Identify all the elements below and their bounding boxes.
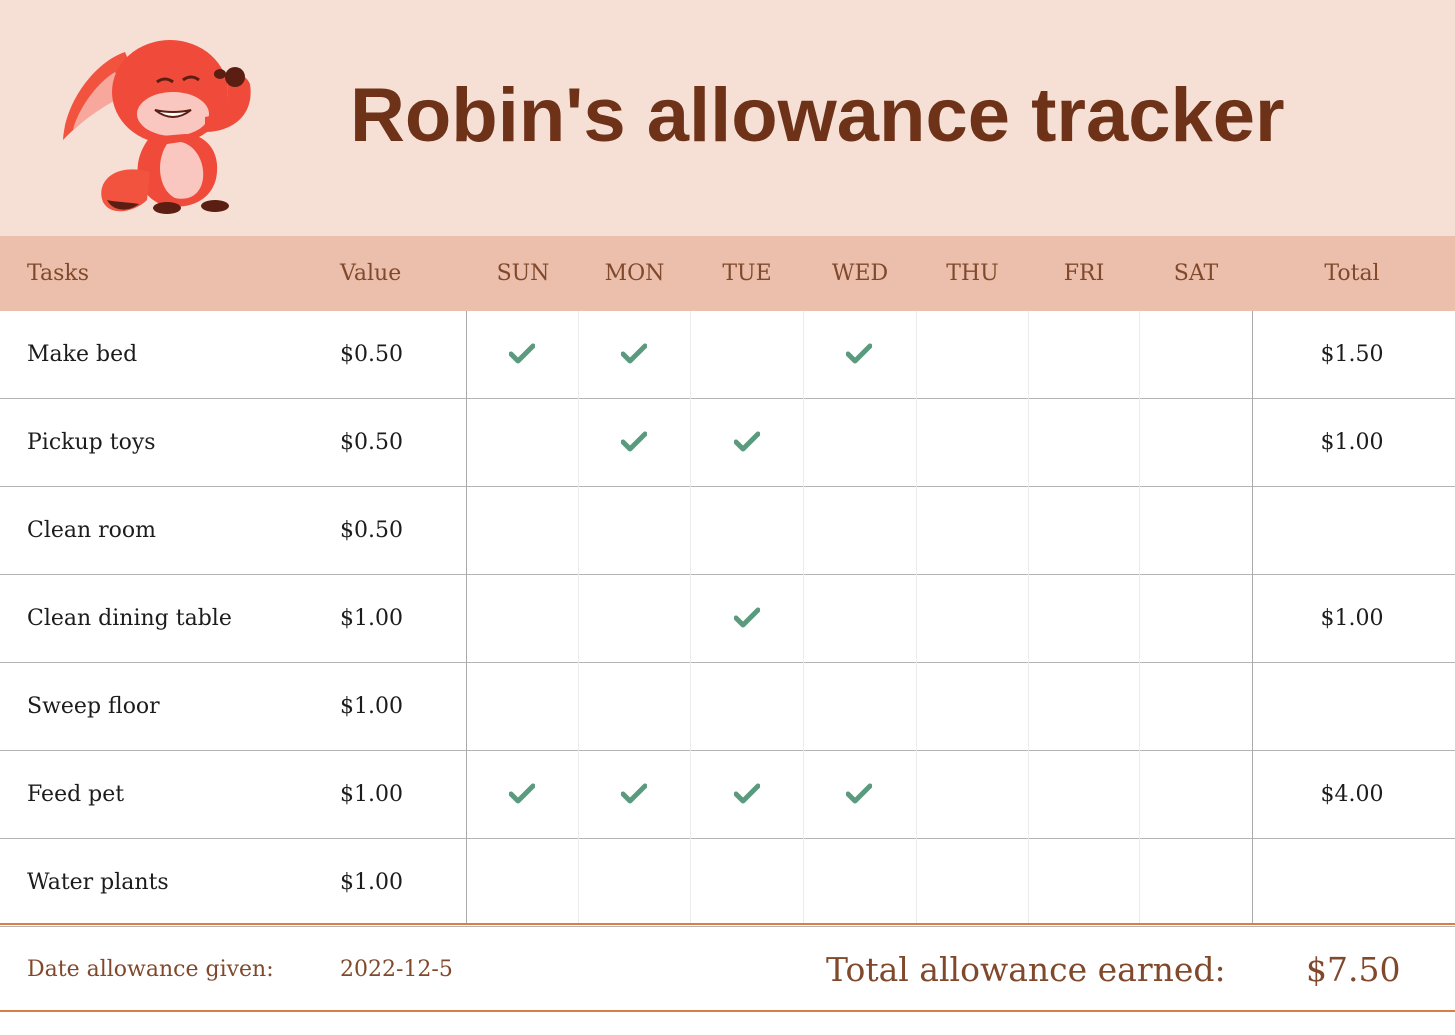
grid-line-day bbox=[690, 311, 691, 924]
column-header-thu: THU bbox=[946, 261, 999, 286]
table-row: Pickup toys $0.50 $1.00 bbox=[0, 399, 1455, 487]
task-total-cell: $1.50 bbox=[1320, 342, 1384, 367]
task-value-cell[interactable]: $0.50 bbox=[340, 487, 403, 574]
task-name-cell[interactable]: Water plants bbox=[27, 839, 169, 926]
column-header-total: Total bbox=[1324, 261, 1380, 286]
checkmark-icon-tue[interactable] bbox=[734, 431, 760, 453]
table-row: Make bed $0.50 $1.50 bbox=[0, 311, 1455, 399]
task-value-cell[interactable]: $0.50 bbox=[340, 399, 403, 486]
column-header-sun: SUN bbox=[496, 261, 550, 286]
task-total-cell: $4.00 bbox=[1320, 782, 1384, 807]
task-total-cell bbox=[1253, 663, 1451, 750]
task-value-cell[interactable]: $1.00 bbox=[340, 575, 403, 662]
checkmark-icon-mon[interactable] bbox=[621, 343, 647, 365]
footer-top-divider bbox=[0, 923, 1455, 925]
task-name-cell[interactable]: Clean room bbox=[27, 487, 156, 574]
task-total-cell: $1.00 bbox=[1320, 430, 1384, 455]
total-allowance-label: Total allowance earned: bbox=[826, 950, 1226, 989]
task-name-cell[interactable]: Feed pet bbox=[27, 751, 124, 838]
task-name-cell[interactable]: Clean dining table bbox=[27, 575, 232, 662]
checkmark-icon-sun[interactable] bbox=[509, 783, 535, 805]
checkmark-icon-sun[interactable] bbox=[509, 343, 535, 365]
checkmark-icon-mon[interactable] bbox=[621, 431, 647, 453]
grid-line-day bbox=[1139, 311, 1140, 924]
grid-line-value-divider bbox=[466, 311, 467, 924]
checkmark-icon-mon[interactable] bbox=[621, 783, 647, 805]
table-row: Clean room $0.50 bbox=[0, 487, 1455, 575]
column-header-value: Value bbox=[340, 261, 402, 286]
column-header-sat: SAT bbox=[1173, 261, 1219, 286]
task-name-cell[interactable]: Sweep floor bbox=[27, 663, 160, 750]
grid-line-day bbox=[578, 311, 579, 924]
column-header-fri: FRI bbox=[1063, 261, 1105, 286]
task-total-cell bbox=[1253, 487, 1451, 574]
checkmark-icon-wed[interactable] bbox=[846, 783, 872, 805]
date-allowance-value[interactable]: 2022-12-5 bbox=[340, 952, 453, 988]
task-value-cell[interactable]: $0.50 bbox=[340, 311, 403, 398]
column-header-tasks: Tasks bbox=[27, 261, 89, 286]
table-row: Water plants $1.00 bbox=[0, 839, 1455, 927]
column-header-mon: MON bbox=[604, 261, 665, 286]
task-name-cell[interactable]: Make bed bbox=[27, 311, 137, 398]
checkmark-icon-tue[interactable] bbox=[734, 607, 760, 629]
table-row: Feed pet $1.00 $4.00 bbox=[0, 751, 1455, 839]
footer-bottom-divider bbox=[0, 1010, 1455, 1012]
table-row: Clean dining table $1.00 $1.00 bbox=[0, 575, 1455, 663]
task-value-cell[interactable]: $1.00 bbox=[340, 751, 403, 838]
checkmark-icon-tue[interactable] bbox=[734, 783, 760, 805]
task-name-cell[interactable]: Pickup toys bbox=[27, 399, 156, 486]
task-value-cell[interactable]: $1.00 bbox=[340, 839, 403, 926]
grid-line-day bbox=[916, 311, 917, 924]
column-header-wed: WED bbox=[831, 261, 889, 286]
checkmark-icon-wed[interactable] bbox=[846, 343, 872, 365]
total-allowance-value: $7.50 bbox=[1306, 950, 1401, 989]
grid-line-day bbox=[803, 311, 804, 924]
task-value-cell[interactable]: $1.00 bbox=[340, 663, 403, 750]
task-total-cell: $1.00 bbox=[1320, 606, 1384, 631]
column-header-tue: TUE bbox=[722, 261, 772, 286]
page-title: Robin's allowance tracker bbox=[350, 73, 1285, 158]
date-allowance-label: Date allowance given: bbox=[27, 957, 274, 982]
title-banner: Robin's allowance tracker bbox=[0, 0, 1455, 236]
table-row: Sweep floor $1.00 bbox=[0, 663, 1455, 751]
table-header-row: Tasks Value SUN MON TUE WED THU FRI SAT … bbox=[0, 236, 1455, 311]
task-total-cell bbox=[1253, 839, 1451, 926]
grid-line-day bbox=[1028, 311, 1029, 924]
fox-flexing-icon bbox=[63, 40, 251, 214]
grid-line-total-divider bbox=[1252, 311, 1253, 924]
